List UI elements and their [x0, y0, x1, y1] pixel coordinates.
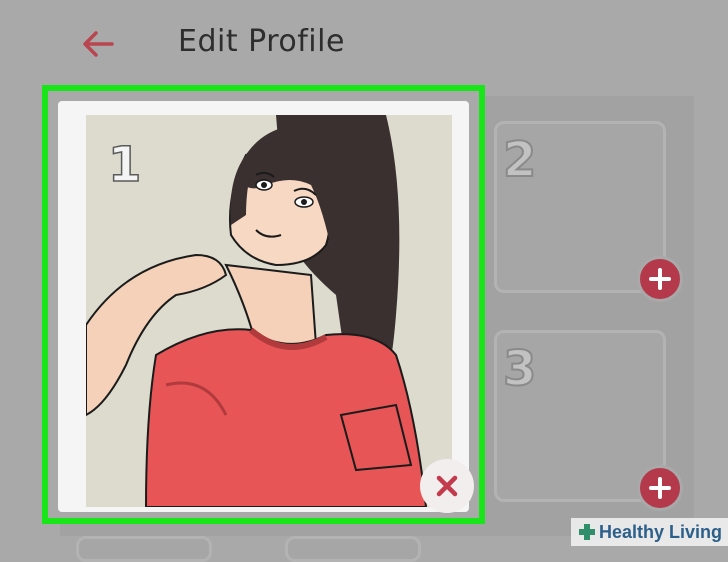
photo-slot-3[interactable]: 3 [494, 330, 683, 511]
photo-slot-1[interactable]: 1 [42, 85, 485, 524]
page-title: Edit Profile [178, 24, 345, 59]
plus-icon [649, 268, 671, 290]
photo-slot-4[interactable] [76, 536, 212, 562]
plus-icon [649, 477, 671, 499]
remove-photo-button[interactable] [420, 459, 474, 513]
photo-card: 1 [58, 101, 469, 512]
close-icon [436, 475, 458, 497]
slot-number: 2 [502, 131, 537, 189]
slot-number: 1 [107, 136, 142, 194]
watermark: Healthy Living [570, 518, 728, 546]
photo-slot-5[interactable] [285, 536, 421, 562]
header-bar: Edit Profile [0, 0, 728, 88]
add-photo-button[interactable] [637, 465, 683, 511]
cross-logo-icon [578, 524, 595, 540]
add-photo-button[interactable] [637, 256, 683, 302]
back-arrow-icon[interactable] [80, 28, 116, 60]
slot-number: 3 [502, 340, 537, 398]
watermark-text: Healthy Living [598, 521, 722, 542]
photo-slot-2[interactable]: 2 [494, 121, 683, 302]
